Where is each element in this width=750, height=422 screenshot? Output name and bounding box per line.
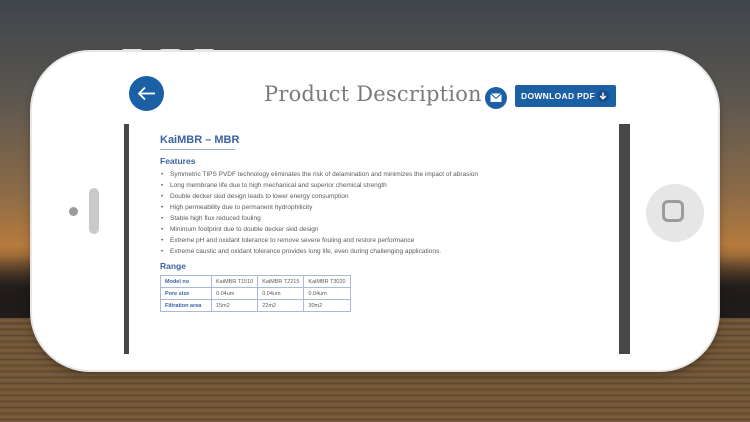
range-table: Model no KaiMBR T1510 KaiMBR T2215 KaiMB…: [160, 275, 351, 312]
title-underline: [160, 149, 235, 150]
table-cell: Model no: [160, 275, 212, 288]
list-item: • Minimum footprint due to double decker …: [161, 226, 319, 233]
document-page: KaiMBR – MBR Features • Symmetric TIPS PV…: [129, 124, 619, 354]
table-cell: 15m2: [210, 299, 259, 312]
list-item: • Extreme caustic and oxidant tolerance p…: [161, 248, 441, 255]
features-heading: Features: [160, 156, 196, 166]
phone-speaker: [89, 188, 99, 234]
download-arrow-icon: [597, 90, 609, 102]
table-cell: 0.04um: [303, 287, 351, 300]
table-cell: 22m2: [257, 299, 305, 312]
table-cell: KaiMBR T2215: [257, 275, 305, 288]
list-item: • Extreme pH and oxidant tolerance to rem…: [161, 237, 415, 244]
list-item: • Double decker skid design leads to lowe…: [161, 193, 349, 200]
table-cell: Pore size: [160, 287, 212, 300]
feature-text: Symmetric TIPS PVDF technology eliminate…: [170, 171, 479, 178]
feature-text: Extreme caustic and oxidant tolerance pr…: [170, 248, 441, 255]
envelope-icon: [490, 93, 502, 102]
range-heading: Range: [160, 261, 186, 271]
app-screen: Product Description DOWNLOAD PDF KaiMBR …: [124, 72, 630, 354]
feature-text: High permeability due to permanent hydro…: [170, 204, 313, 211]
feature-text: Long membrane life due to high mechanica…: [170, 182, 387, 189]
table-row: Filtration area 15m2 22m2 30m2: [160, 299, 351, 312]
download-pdf-button[interactable]: DOWNLOAD PDF: [515, 85, 616, 107]
page-title: Product Description: [264, 82, 482, 106]
feature-text: Stable high flux reduced fouling: [170, 215, 261, 222]
feature-text: Double decker skid design leads to lower…: [170, 193, 349, 200]
table-cell: KaiMBR T3020: [303, 275, 351, 288]
back-button[interactable]: [129, 76, 164, 111]
list-item: • Stable high flux reduced fouling: [161, 215, 261, 222]
table-row: Model no KaiMBR T1510 KaiMBR T2215 KaiMB…: [160, 275, 351, 288]
document-title: KaiMBR – MBR: [160, 134, 240, 146]
feature-text: Extreme pH and oxidant tolerance to remo…: [170, 237, 415, 244]
download-pdf-label: DOWNLOAD PDF: [521, 91, 595, 101]
table-cell: Filtration area: [160, 299, 212, 312]
list-item: • Symmetric TIPS PVDF technology eliminat…: [161, 171, 479, 178]
table-row: Pore size 0.04um 0.04um 0.04um: [160, 287, 351, 300]
phone-camera: [69, 207, 78, 216]
arrow-left-icon: [137, 86, 155, 101]
features-list: • Symmetric TIPS PVDF technology eliminat…: [160, 169, 600, 257]
table-cell: 30m2: [303, 299, 351, 312]
table-cell: 0.04um: [210, 287, 259, 300]
list-item: • Long membrane life due to high mechanic…: [161, 182, 387, 189]
email-button[interactable]: [485, 87, 507, 109]
home-square-icon: [662, 200, 684, 222]
list-item: • High permeability due to permanent hydr…: [161, 204, 313, 211]
table-cell: 0.04um: [257, 287, 305, 300]
app-header: Product Description DOWNLOAD PDF: [124, 72, 630, 122]
feature-text: Minimum footprint due to double decker s…: [170, 226, 319, 233]
table-cell: KaiMBR T1510: [210, 275, 259, 288]
